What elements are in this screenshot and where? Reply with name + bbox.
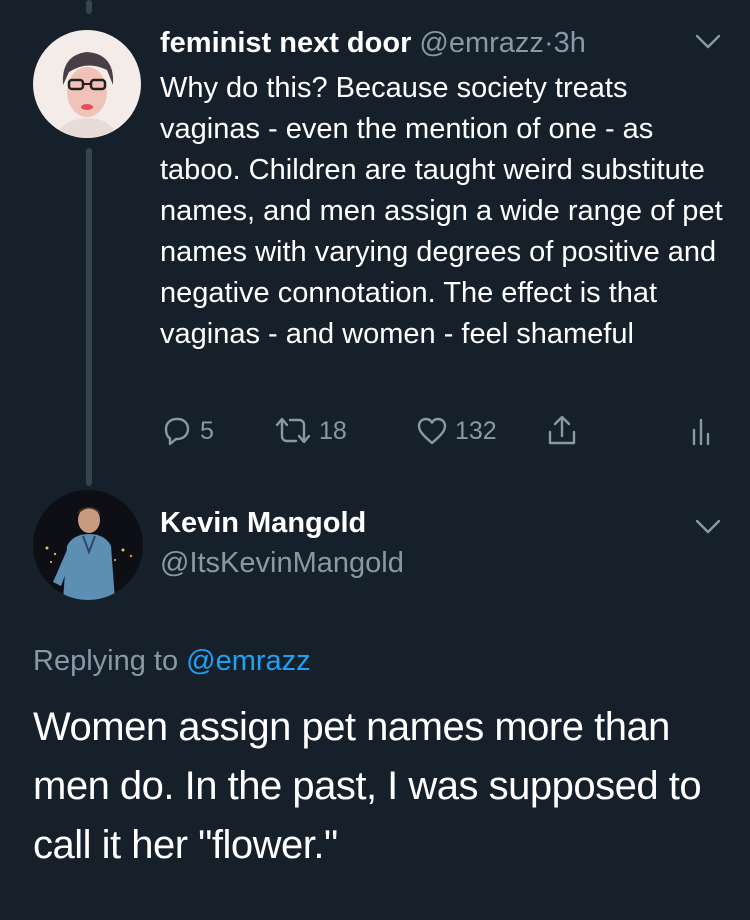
replying-prefix: Replying to bbox=[33, 645, 179, 677]
analytics-icon bbox=[690, 414, 714, 448]
chevron-down-icon[interactable] bbox=[694, 517, 722, 537]
share-icon bbox=[545, 414, 579, 448]
retweet-button[interactable]: 18 bbox=[273, 414, 347, 448]
display-name[interactable]: Kevin Mangold bbox=[160, 503, 366, 543]
analytics-button[interactable] bbox=[690, 414, 714, 448]
tweet-text: Women assign pet names more than men do.… bbox=[33, 705, 702, 867]
reply-icon bbox=[160, 414, 194, 448]
thread-line-top bbox=[86, 0, 92, 14]
chevron-down-icon[interactable] bbox=[694, 32, 722, 52]
mention-link[interactable]: @emrazz bbox=[186, 645, 311, 677]
reply-count: 5 bbox=[200, 416, 214, 445]
avatar[interactable] bbox=[33, 490, 143, 600]
like-button[interactable]: 132 bbox=[415, 414, 497, 448]
share-button[interactable] bbox=[545, 414, 579, 448]
separator: · bbox=[543, 27, 554, 59]
thread-line bbox=[86, 148, 92, 486]
handle[interactable]: @ItsKevinMangold bbox=[160, 543, 404, 583]
tweet-header: feminist next door @emrazz·3h bbox=[160, 24, 586, 62]
timestamp[interactable]: 3h bbox=[554, 27, 586, 59]
replying-to: Replying to @emrazz bbox=[33, 641, 311, 681]
retweet-icon bbox=[273, 414, 313, 448]
avatar[interactable] bbox=[33, 30, 141, 138]
handle[interactable]: @emrazz bbox=[419, 27, 544, 59]
retweet-count: 18 bbox=[319, 416, 347, 445]
tweet-text: Why do this? Because society treats vagi… bbox=[160, 72, 723, 350]
heart-icon bbox=[415, 414, 449, 448]
tweet-actions: 5 18 132 bbox=[160, 414, 720, 454]
like-count: 132 bbox=[455, 416, 497, 445]
display-name[interactable]: feminist next door bbox=[160, 27, 411, 59]
reply-button[interactable]: 5 bbox=[160, 414, 214, 448]
